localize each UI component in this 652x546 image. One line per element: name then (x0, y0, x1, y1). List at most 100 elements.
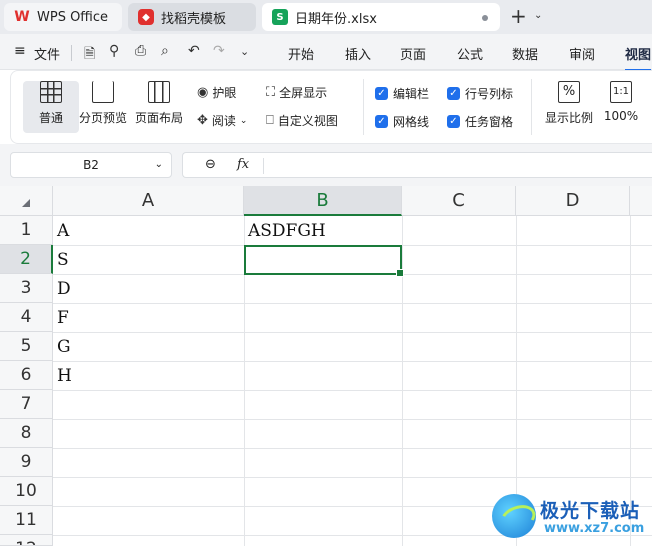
tab-page[interactable]: 页面 (400, 44, 426, 63)
tab-document[interactable]: S 日期年份.xlsx (262, 3, 500, 31)
eye-protect-button[interactable]: ◉ 护眼 (197, 84, 236, 101)
row-header-8[interactable]: 8 (0, 419, 53, 448)
crosshair-icon: ✥ (197, 113, 208, 128)
undo-icon[interactable]: ↶ (188, 43, 200, 59)
gridlines-label: 网格线 (393, 115, 430, 129)
cell-a3[interactable]: D (53, 275, 71, 304)
gridline (53, 448, 652, 449)
task-pane-label: 任务窗格 (465, 115, 514, 129)
custom-view-label: 自定义视图 (277, 114, 338, 128)
chevron-down-icon[interactable]: ⌄ (155, 153, 163, 177)
name-box[interactable]: B2 ⌄ (10, 152, 172, 178)
tab-data[interactable]: 数据 (512, 44, 538, 63)
select-all-corner[interactable] (0, 186, 53, 216)
print-icon[interactable]: ⎙ (135, 43, 146, 59)
print-preview-icon[interactable]: ⌕ (161, 43, 169, 59)
tab-label: 日期年份.xlsx (295, 11, 377, 27)
row-header-3[interactable]: 3 (0, 274, 53, 303)
reading-mode-button[interactable]: ✥ 阅读 ⌄ (197, 112, 247, 129)
cell-a5[interactable]: G (53, 333, 71, 362)
page-layout-icon (148, 81, 170, 103)
spreadsheet-icon: S (272, 9, 288, 25)
tab-formula[interactable]: 公式 (457, 44, 483, 63)
column-header-b[interactable]: B (244, 186, 402, 216)
page-break-preview-label: 分页预览 (78, 111, 127, 125)
page-break-icon (92, 81, 114, 103)
tab-insert[interactable]: 插入 (345, 44, 371, 63)
tab-review[interactable]: 审阅 (569, 44, 595, 63)
chevron-down-icon[interactable]: ⌄ (534, 10, 542, 21)
ratio-icon: 1:1 (610, 81, 632, 103)
page-break-preview-button[interactable]: 分页预览 (71, 81, 135, 133)
cell-a1[interactable]: A (53, 217, 69, 246)
column-header-e[interactable] (630, 186, 652, 216)
row-header-11[interactable]: 11 (0, 506, 53, 535)
row-header-12[interactable]: 12 (0, 535, 53, 546)
formula-input-area[interactable]: ⊖ fx (182, 152, 652, 178)
redo-icon[interactable]: ↷ (213, 43, 225, 59)
custom-view-icon: ⎕ (266, 113, 274, 128)
custom-view-button[interactable]: ⎕ 自定义视图 (266, 112, 338, 129)
watermark: 极光下载站 www.xz7.com (492, 490, 652, 544)
row-header-9[interactable]: 9 (0, 448, 53, 477)
reading-label: 阅读 (211, 114, 236, 128)
menu-icon[interactable]: ≡ (14, 43, 26, 59)
divider (71, 45, 72, 61)
chevron-down-icon[interactable]: ⌄ (240, 45, 249, 58)
unsaved-dot-icon[interactable] (482, 15, 488, 21)
divider (531, 79, 532, 135)
formula-bar-checkbox[interactable]: ✓ 编辑栏 (375, 85, 429, 102)
format-painter-icon[interactable]: ⚲ (109, 43, 119, 59)
save-icon[interactable]: 🗎 (84, 43, 95, 67)
task-pane-checkbox[interactable]: ✓ 任务窗格 (447, 113, 513, 130)
fullscreen-label: 全屏显示 (279, 86, 328, 100)
cell-a4[interactable]: F (53, 304, 69, 333)
fullscreen-icon: ⛶ (266, 85, 276, 100)
eye-icon: ◉ (197, 85, 209, 100)
cell-a6[interactable]: H (53, 362, 72, 391)
gridline (53, 477, 652, 478)
row-header-1[interactable]: 1 (0, 216, 53, 245)
menu-bar: ≡ 文件 🗎 ⚲ ⎙ ⌕ ↶ ↷ ⌄ 开始 插入 页面 公式 数据 审阅 视图 (0, 34, 652, 71)
aurora-logo-icon (492, 494, 536, 538)
column-header-d[interactable]: D (516, 186, 630, 216)
chevron-down-icon: ⌄ (239, 115, 248, 126)
zoom-icon[interactable]: ⊖ (205, 157, 216, 172)
tab-view[interactable]: 视图 (625, 44, 652, 71)
row-header-4[interactable]: 4 (0, 303, 53, 332)
gridline (53, 419, 652, 420)
page-layout-label: 页面布局 (134, 111, 183, 125)
gridline (53, 332, 652, 333)
cell-a2[interactable]: S (53, 246, 69, 275)
wps-logo-icon: W (14, 9, 30, 25)
tab-templates[interactable]: ◆ 找稻壳模板 (128, 3, 256, 31)
file-menu[interactable]: 文件 (34, 44, 60, 63)
docer-logo-icon: ◆ (138, 9, 154, 25)
zoom-button[interactable]: % 显示比例 (539, 81, 599, 133)
zoom-100-label: 100% (603, 109, 639, 123)
row-header-6[interactable]: 6 (0, 361, 53, 390)
check-icon: ✓ (447, 87, 460, 100)
cell-b1[interactable]: ASDFGH (244, 217, 326, 246)
tab-wps-office[interactable]: W WPS Office (4, 3, 122, 31)
page-layout-button[interactable]: 页面布局 (129, 81, 189, 133)
tab-label: 找稻壳模板 (161, 11, 227, 27)
column-header-a[interactable]: A (53, 186, 244, 216)
row-header-2[interactable]: 2 (0, 245, 53, 274)
zoom-100-button[interactable]: 1:1 100% (595, 81, 647, 133)
new-tab-icon[interactable]: + (510, 5, 527, 27)
divider (263, 158, 264, 174)
row-header-7[interactable]: 7 (0, 390, 53, 419)
row-header-5[interactable]: 5 (0, 332, 53, 361)
tab-bar: W WPS Office ◆ 找稻壳模板 S 日期年份.xlsx + ⌄ (0, 0, 652, 34)
row-header-10[interactable]: 10 (0, 477, 53, 506)
fullscreen-button[interactable]: ⛶ 全屏显示 (266, 84, 327, 101)
tab-start[interactable]: 开始 (288, 44, 314, 63)
fx-icon[interactable]: fx (237, 157, 249, 172)
selected-cell-b2[interactable] (244, 245, 404, 277)
headings-label: 行号列标 (465, 87, 514, 101)
column-header-c[interactable]: C (402, 186, 516, 216)
tab-label: WPS Office (37, 9, 109, 25)
headings-checkbox[interactable]: ✓ 行号列标 (447, 85, 513, 102)
gridlines-checkbox[interactable]: ✓ 网格线 (375, 113, 429, 130)
